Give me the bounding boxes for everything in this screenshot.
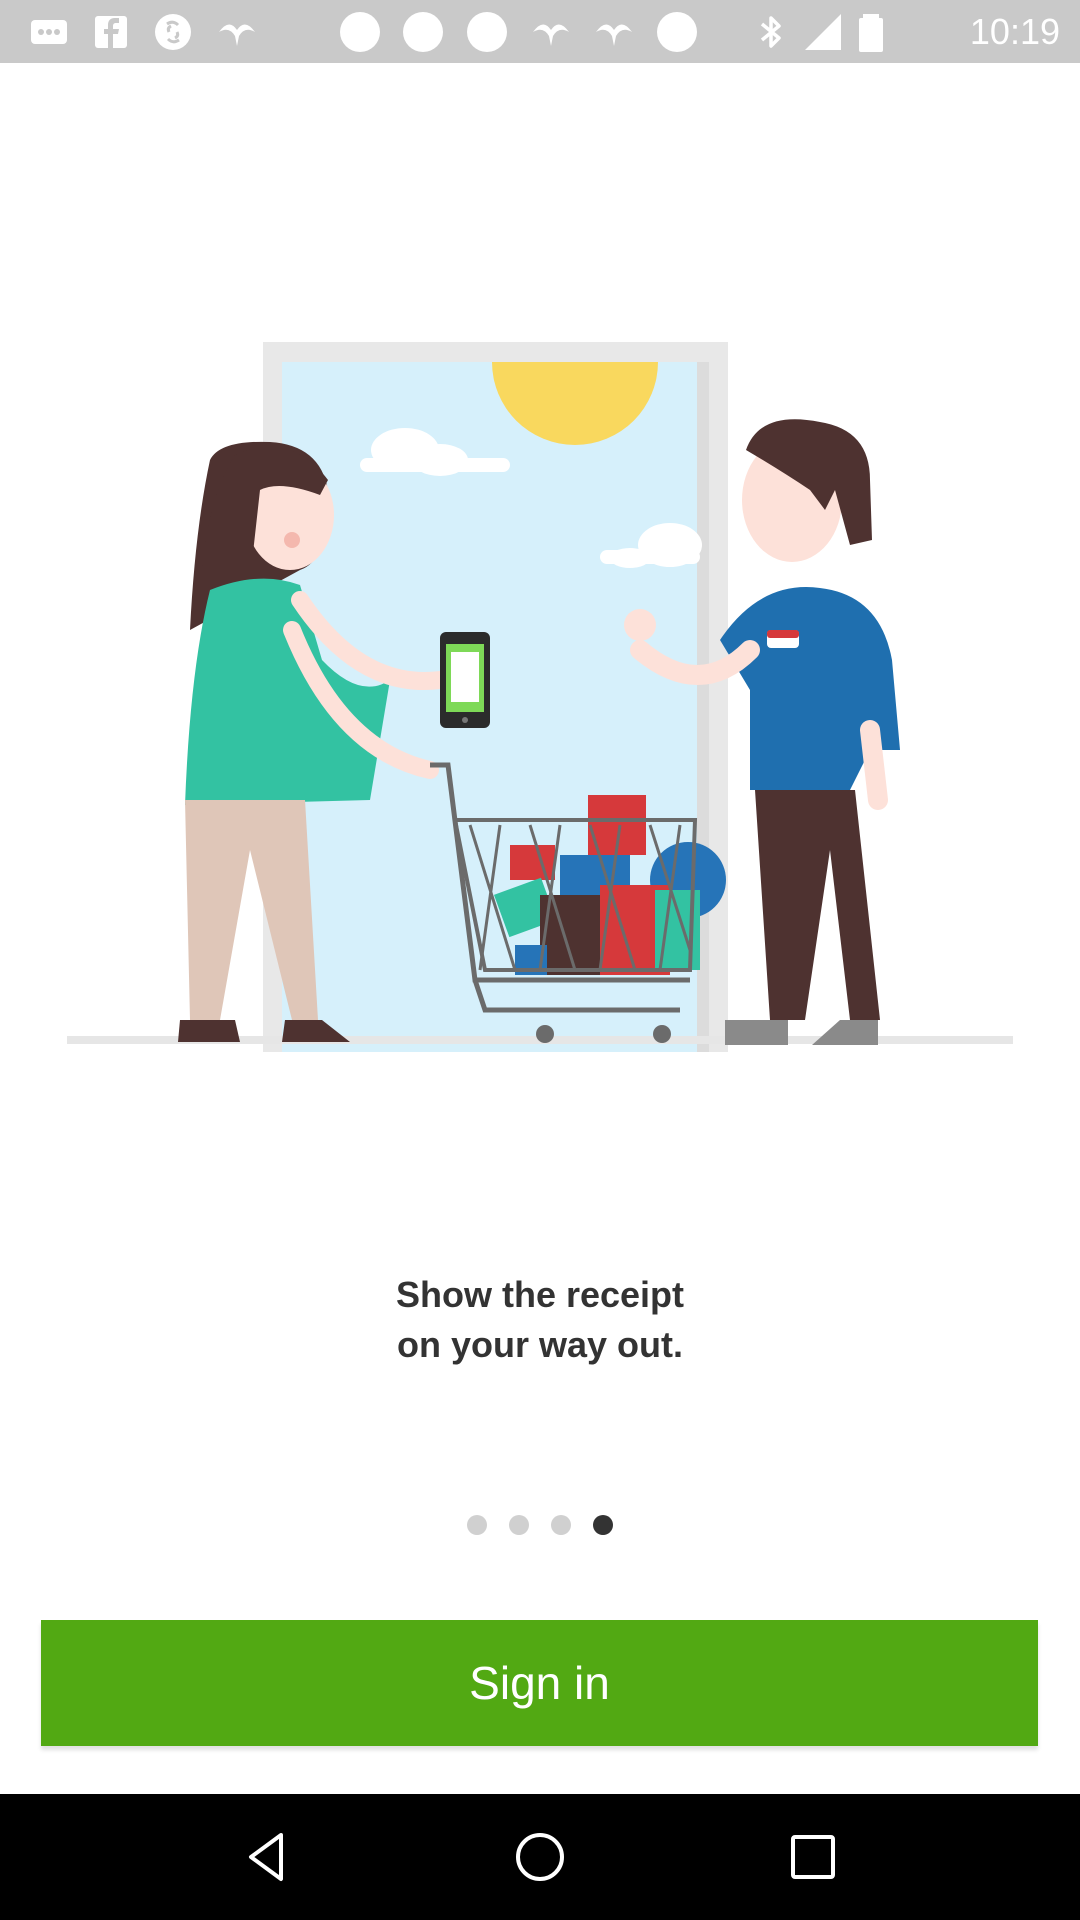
page-indicator [0,1515,1080,1535]
system-nav-bar [0,1794,1080,1920]
status-bar: 10:19 [0,0,1080,63]
home-icon[interactable] [504,1821,576,1893]
circle-icon [400,9,446,55]
circle-icon [654,9,700,55]
circle-icon [464,9,510,55]
bird-icon [528,9,574,55]
shazam-icon [150,9,196,55]
back-icon[interactable] [231,1821,303,1893]
recents-icon[interactable] [777,1821,849,1893]
phone-illustration [440,632,490,728]
more-icon [26,9,72,55]
bird-icon [214,9,260,55]
bluetooth-icon [748,9,794,55]
caption-line-1: Show the receipt [395,1274,685,1315]
page-dot-1[interactable] [467,1515,487,1535]
status-time: 10:19 [969,11,1060,52]
onboarding-illustration [60,330,1020,1060]
page-dot-3[interactable] [551,1515,571,1535]
bird-icon [591,9,637,55]
caption-line-2: on your way out. [396,1324,683,1365]
page-dot-2[interactable] [509,1515,529,1535]
battery-icon [848,9,894,55]
signal-icon [800,9,846,55]
circle-icon [337,9,383,55]
onboarding-caption: Show the receipt on your way out. [0,1270,1080,1370]
sign-in-button[interactable]: Sign in [41,1620,1038,1746]
page-dot-4[interactable] [593,1515,613,1535]
facebook-icon [88,9,134,55]
